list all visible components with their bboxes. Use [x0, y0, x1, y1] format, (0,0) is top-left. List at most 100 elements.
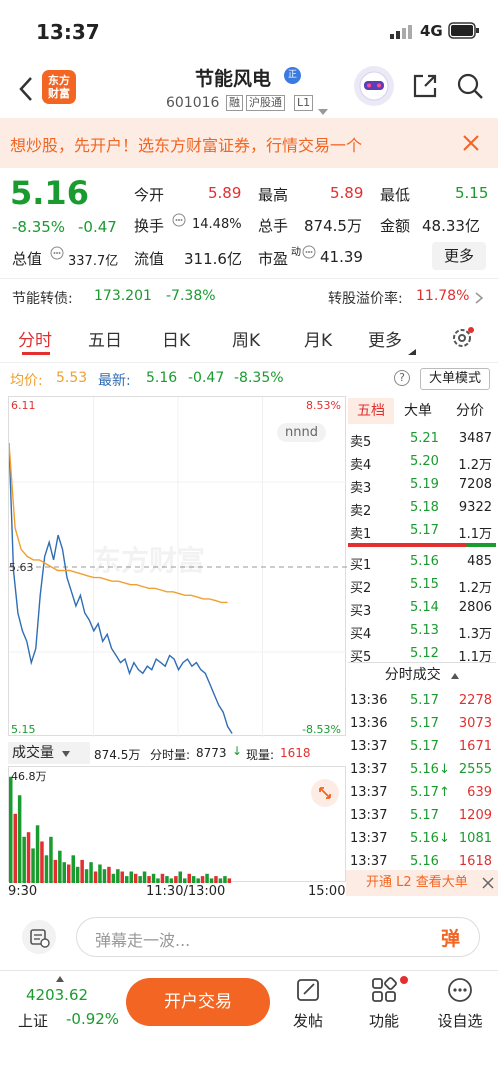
help-icon[interactable]: ?	[394, 370, 410, 386]
info-icon[interactable]	[302, 244, 316, 259]
tab-more[interactable]: 更多	[368, 326, 402, 351]
info-icon[interactable]	[50, 245, 64, 260]
volume-bar	[17, 795, 22, 883]
volume-bar	[165, 876, 169, 883]
trade-price: 5.17	[410, 739, 439, 754]
latest-label: 最新:	[98, 373, 131, 389]
index-pct: -0.92%	[66, 1010, 120, 1028]
tag-level: L1	[294, 95, 314, 111]
bid-row[interactable]: 买2 5.15 1.2万	[348, 574, 496, 597]
volume-bar	[107, 866, 111, 883]
dropdown-icon	[62, 751, 71, 757]
volume-type-label: 成交量	[12, 745, 54, 761]
tab-daily-k[interactable]: 日K	[162, 326, 190, 351]
depth-tab-price[interactable]: 分价	[456, 398, 484, 424]
info-icon[interactable]	[172, 212, 186, 227]
volume-type-selector[interactable]: 成交量	[8, 742, 90, 764]
ask-row[interactable]: 卖3 5.19 7208	[348, 474, 496, 497]
tab-intraday[interactable]: 分时	[18, 326, 52, 351]
search-icon[interactable]	[456, 72, 484, 100]
depth-tab-big[interactable]: 大单	[404, 398, 432, 424]
post-button[interactable]: 发帖	[284, 976, 332, 1036]
ask-row[interactable]: 卖5 5.21 3487	[348, 428, 496, 451]
ask-row[interactable]: 卖2 5.18 9322	[348, 497, 496, 520]
close-icon[interactable]	[462, 134, 480, 152]
level-volume: 485	[467, 554, 492, 569]
change-value: -0.47	[78, 218, 117, 236]
index-value: 4203.62	[26, 986, 89, 1004]
expand-icon[interactable]	[311, 779, 339, 807]
back-icon[interactable]	[16, 75, 36, 103]
trade-volume: 1209	[458, 808, 492, 823]
signal-icon	[390, 24, 414, 39]
dropdown-icon[interactable]	[318, 100, 328, 115]
more-button[interactable]: 更多	[432, 242, 486, 270]
axis-bottom-left: 5.15	[11, 723, 36, 736]
bid-row[interactable]: 买1 5.16 485	[348, 551, 496, 574]
tab-monthly-k[interactable]: 月K	[304, 326, 332, 351]
more-dots-icon	[448, 978, 472, 1002]
volume-bar	[71, 855, 75, 883]
volume-bar	[116, 869, 120, 883]
volume-bar	[218, 878, 223, 883]
open-account-button[interactable]: 开户交易	[126, 978, 270, 1026]
level-label: 卖3	[350, 481, 372, 496]
close-icon[interactable]	[482, 877, 494, 889]
chevron-right-icon[interactable]	[474, 290, 484, 304]
bond-price[interactable]: 173.201	[94, 288, 152, 304]
trade-time: 13:37	[350, 831, 388, 846]
depth-tab-five[interactable]: 五档	[348, 398, 394, 424]
trade-volume: 2278	[458, 693, 492, 708]
tag-connect: 沪股通	[246, 95, 285, 111]
volume-bar	[147, 876, 151, 883]
axis-top-left: 6.11	[11, 399, 36, 412]
volume-bar	[133, 873, 138, 883]
trade-volume: 3073	[458, 716, 492, 731]
tab-weekly-k[interactable]: 周K	[232, 326, 260, 351]
volume-bar	[13, 813, 17, 883]
volume-bar	[80, 859, 84, 883]
now-vol-label: 现量:	[246, 748, 275, 762]
promo-banner[interactable]: 想炒股，先开户！选东方财富证券，行情交易一个	[0, 118, 498, 168]
price-chart[interactable]: 6.11 8.53% 5.15 -8.53% 5.63 nnnd 东方财富	[8, 396, 347, 737]
stock-name: 节能风电	[195, 68, 272, 90]
level-volume: 1.1万	[458, 527, 492, 542]
ask-row[interactable]: 卖1 5.17 1.1万	[348, 520, 496, 543]
bid-row[interactable]: 买4 5.13 1.3万	[348, 620, 496, 643]
trade-row: 13:37 5.17 1209	[348, 805, 496, 828]
l2-promo[interactable]: 开通 L2 查看大单	[346, 870, 498, 896]
open-label: 今开	[134, 186, 165, 204]
level-label: 买3	[350, 604, 372, 619]
ask-row[interactable]: 卖4 5.20 1.2万	[348, 451, 496, 474]
volume-bar	[200, 876, 205, 883]
trade-price: 5.16↓	[410, 831, 450, 846]
function-button[interactable]: 功能	[360, 976, 408, 1036]
level-label: 卖1	[350, 527, 372, 542]
robot-avatar-icon[interactable]	[354, 66, 394, 106]
danmaku-toggle-icon[interactable]	[22, 920, 56, 954]
trade-time: 13:37	[350, 739, 388, 754]
volume-chart[interactable]: 46.8万	[8, 766, 346, 883]
volume-bar	[178, 871, 182, 883]
danmaku-send-button[interactable]: 弹	[441, 924, 460, 951]
index-ticker[interactable]: 4203.62 上证 -0.92%	[16, 972, 126, 1032]
add-watchlist-button[interactable]: 设自选	[434, 976, 486, 1036]
trades-title-bar[interactable]: 分时成交	[348, 662, 496, 686]
bid-row[interactable]: 买3 5.14 2806	[348, 597, 496, 620]
turnover-label: 换手	[134, 217, 165, 235]
share-icon[interactable]	[411, 72, 439, 100]
volume-bar	[156, 878, 160, 883]
tab-five-day[interactable]: 五日	[88, 326, 122, 351]
danmaku-input[interactable]: 弹幕走一波... 弹	[76, 917, 480, 957]
settings-gear-icon[interactable]	[450, 326, 474, 350]
level-price: 5.19	[410, 477, 439, 492]
volume-bar	[111, 873, 116, 883]
level-label: 卖5	[350, 435, 372, 450]
open-value: 5.89	[208, 184, 242, 202]
latest-value: 5.16	[146, 370, 178, 386]
level-label: 卖2	[350, 504, 372, 519]
level-volume: 3487	[458, 431, 492, 446]
x-axis-mid: 11:30/13:00	[146, 884, 226, 899]
big-order-mode-button[interactable]: 大单模式	[420, 368, 490, 390]
level-price: 5.14	[410, 600, 439, 615]
